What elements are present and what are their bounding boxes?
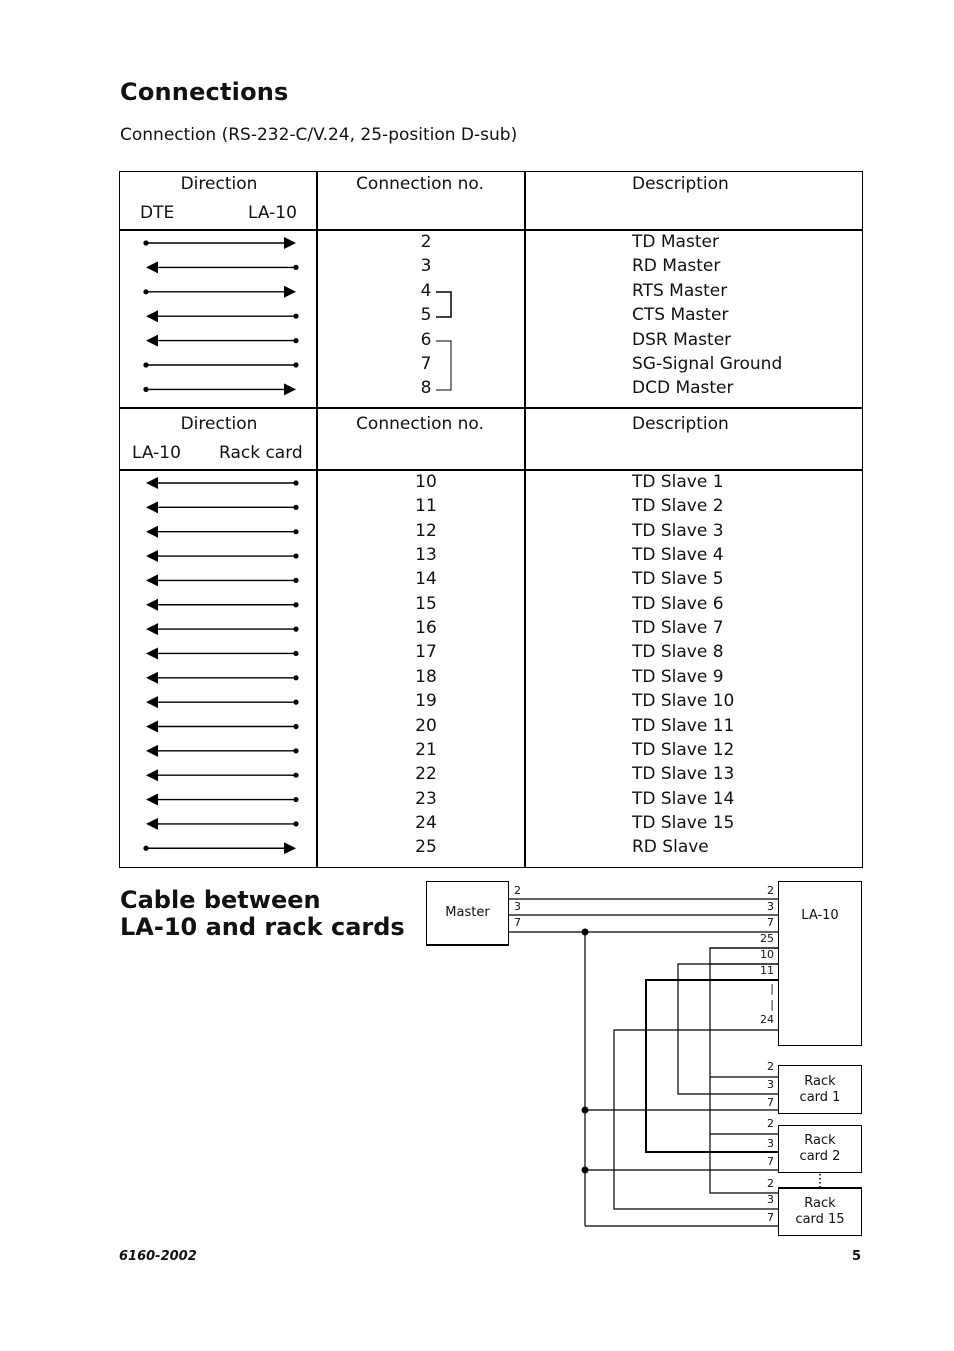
rack-card-label: card 15 — [795, 1212, 845, 1227]
la10-box: LA-10 — [778, 881, 862, 1046]
la10-pin: 11 — [760, 964, 774, 977]
la10-pin: | — [770, 998, 774, 1011]
la10-label: LA-10 — [801, 908, 839, 923]
la10-pin: 7 — [767, 916, 774, 929]
master-pin: 7 — [514, 916, 521, 929]
rack-card-pin: 3 — [767, 1193, 774, 1206]
document-number: 6160-2002 — [119, 1249, 197, 1264]
la10-pin: | — [770, 982, 774, 995]
rack-card-pin: 7 — [767, 1211, 774, 1224]
rack-card-pin: 3 — [767, 1137, 774, 1150]
master-pin: 2 — [514, 884, 521, 897]
rack-card-label: Rack — [804, 1133, 836, 1148]
rack-card-2-box: Rack card 2 — [778, 1125, 862, 1173]
rack-card-pin: 3 — [767, 1078, 774, 1091]
rack-card-15-box: Rack card 15 — [778, 1187, 862, 1236]
master-pin: 3 — [514, 900, 521, 913]
page-number: 5 — [852, 1249, 862, 1264]
la10-pin: 2 — [767, 884, 774, 897]
la10-pin: 10 — [760, 948, 774, 961]
rack-card-pin: 2 — [767, 1177, 774, 1190]
la10-pin: 24 — [760, 1013, 774, 1026]
rack-card-pin: 2 — [767, 1117, 774, 1130]
la10-pin: 25 — [760, 932, 774, 945]
rack-card-label: card 1 — [799, 1089, 841, 1105]
la10-pin: 3 — [767, 900, 774, 913]
master-box: Master — [426, 881, 509, 946]
rack-card-label: Rack — [804, 1073, 836, 1089]
rack-card-1-box: Rack card 1 — [778, 1065, 862, 1114]
rack-card-label: Rack — [804, 1196, 836, 1211]
rack-card-label: card 2 — [799, 1149, 841, 1164]
junction-dot — [581, 928, 589, 936]
master-label: Master — [445, 905, 490, 920]
rack-card-pin: 7 — [767, 1096, 774, 1109]
rack-card-pin: 7 — [767, 1155, 774, 1168]
rack-card-pin: 2 — [767, 1060, 774, 1073]
